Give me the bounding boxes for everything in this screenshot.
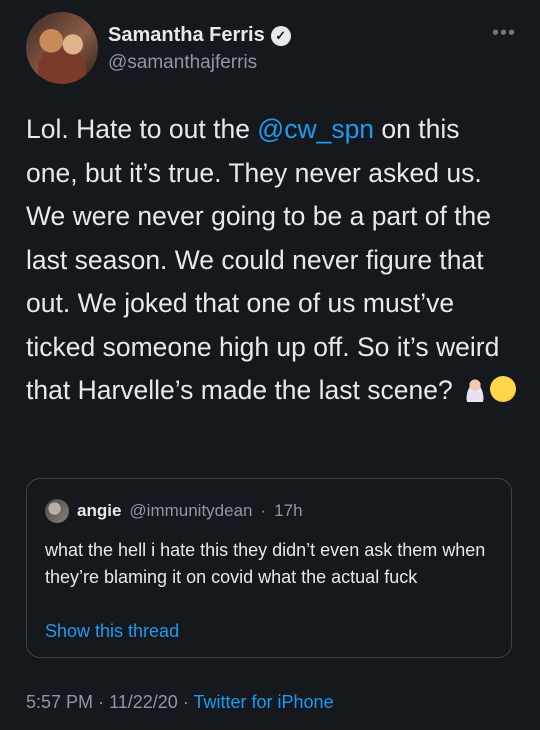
tweet-footer: 5:57 PM · 11/22/20 · Twitter for iPhone (26, 692, 334, 713)
face-with-monocle-emoji-icon (490, 376, 517, 402)
tweet-text-start: Lol. Hate to out the (26, 114, 258, 144)
source-app-link[interactable]: Twitter for iPhone (194, 692, 334, 712)
tweet-time[interactable]: 5:57 PM (26, 692, 93, 712)
tweet-date[interactable]: 11/22/20 (109, 692, 178, 712)
author-name-row[interactable]: Samantha Ferris ✓ (108, 24, 291, 47)
tweet-body: Lol. Hate to out the @cw_spn on this one… (26, 108, 518, 413)
quoted-time-separator: · (260, 501, 267, 520)
quoted-tweet-time: 17h (274, 501, 303, 520)
show-thread-link[interactable]: Show this thread (45, 621, 179, 642)
author-handle[interactable]: @samanthajferris (108, 52, 257, 74)
quoted-tweet-card[interactable]: angie @immunitydean · 17h what the hell … (26, 478, 512, 658)
quoted-author-avatar (45, 499, 69, 523)
person-shrugging-emoji-icon (462, 376, 489, 402)
quoted-tweet-header: angie @immunitydean · 17h (45, 499, 303, 523)
more-dots-icon[interactable]: ••• (492, 22, 516, 45)
author-avatar[interactable] (26, 12, 98, 84)
tweet-text-end: on this one, but it’s true. They never a… (26, 114, 500, 405)
tweet-header: Samantha Ferris ✓ @samanthajferris ••• (26, 12, 516, 84)
footer-separator: · (98, 692, 105, 712)
quoted-author-name: angie (77, 501, 122, 520)
verified-badge-icon: ✓ (270, 25, 291, 46)
footer-separator: · (182, 692, 189, 712)
author-name[interactable]: Samantha Ferris (108, 24, 265, 47)
quoted-author-handle: @immunitydean (129, 501, 253, 520)
mention-link[interactable]: @cw_spn (257, 114, 374, 144)
quoted-tweet-text: what the hell i hate this they didn’t ev… (45, 540, 486, 587)
